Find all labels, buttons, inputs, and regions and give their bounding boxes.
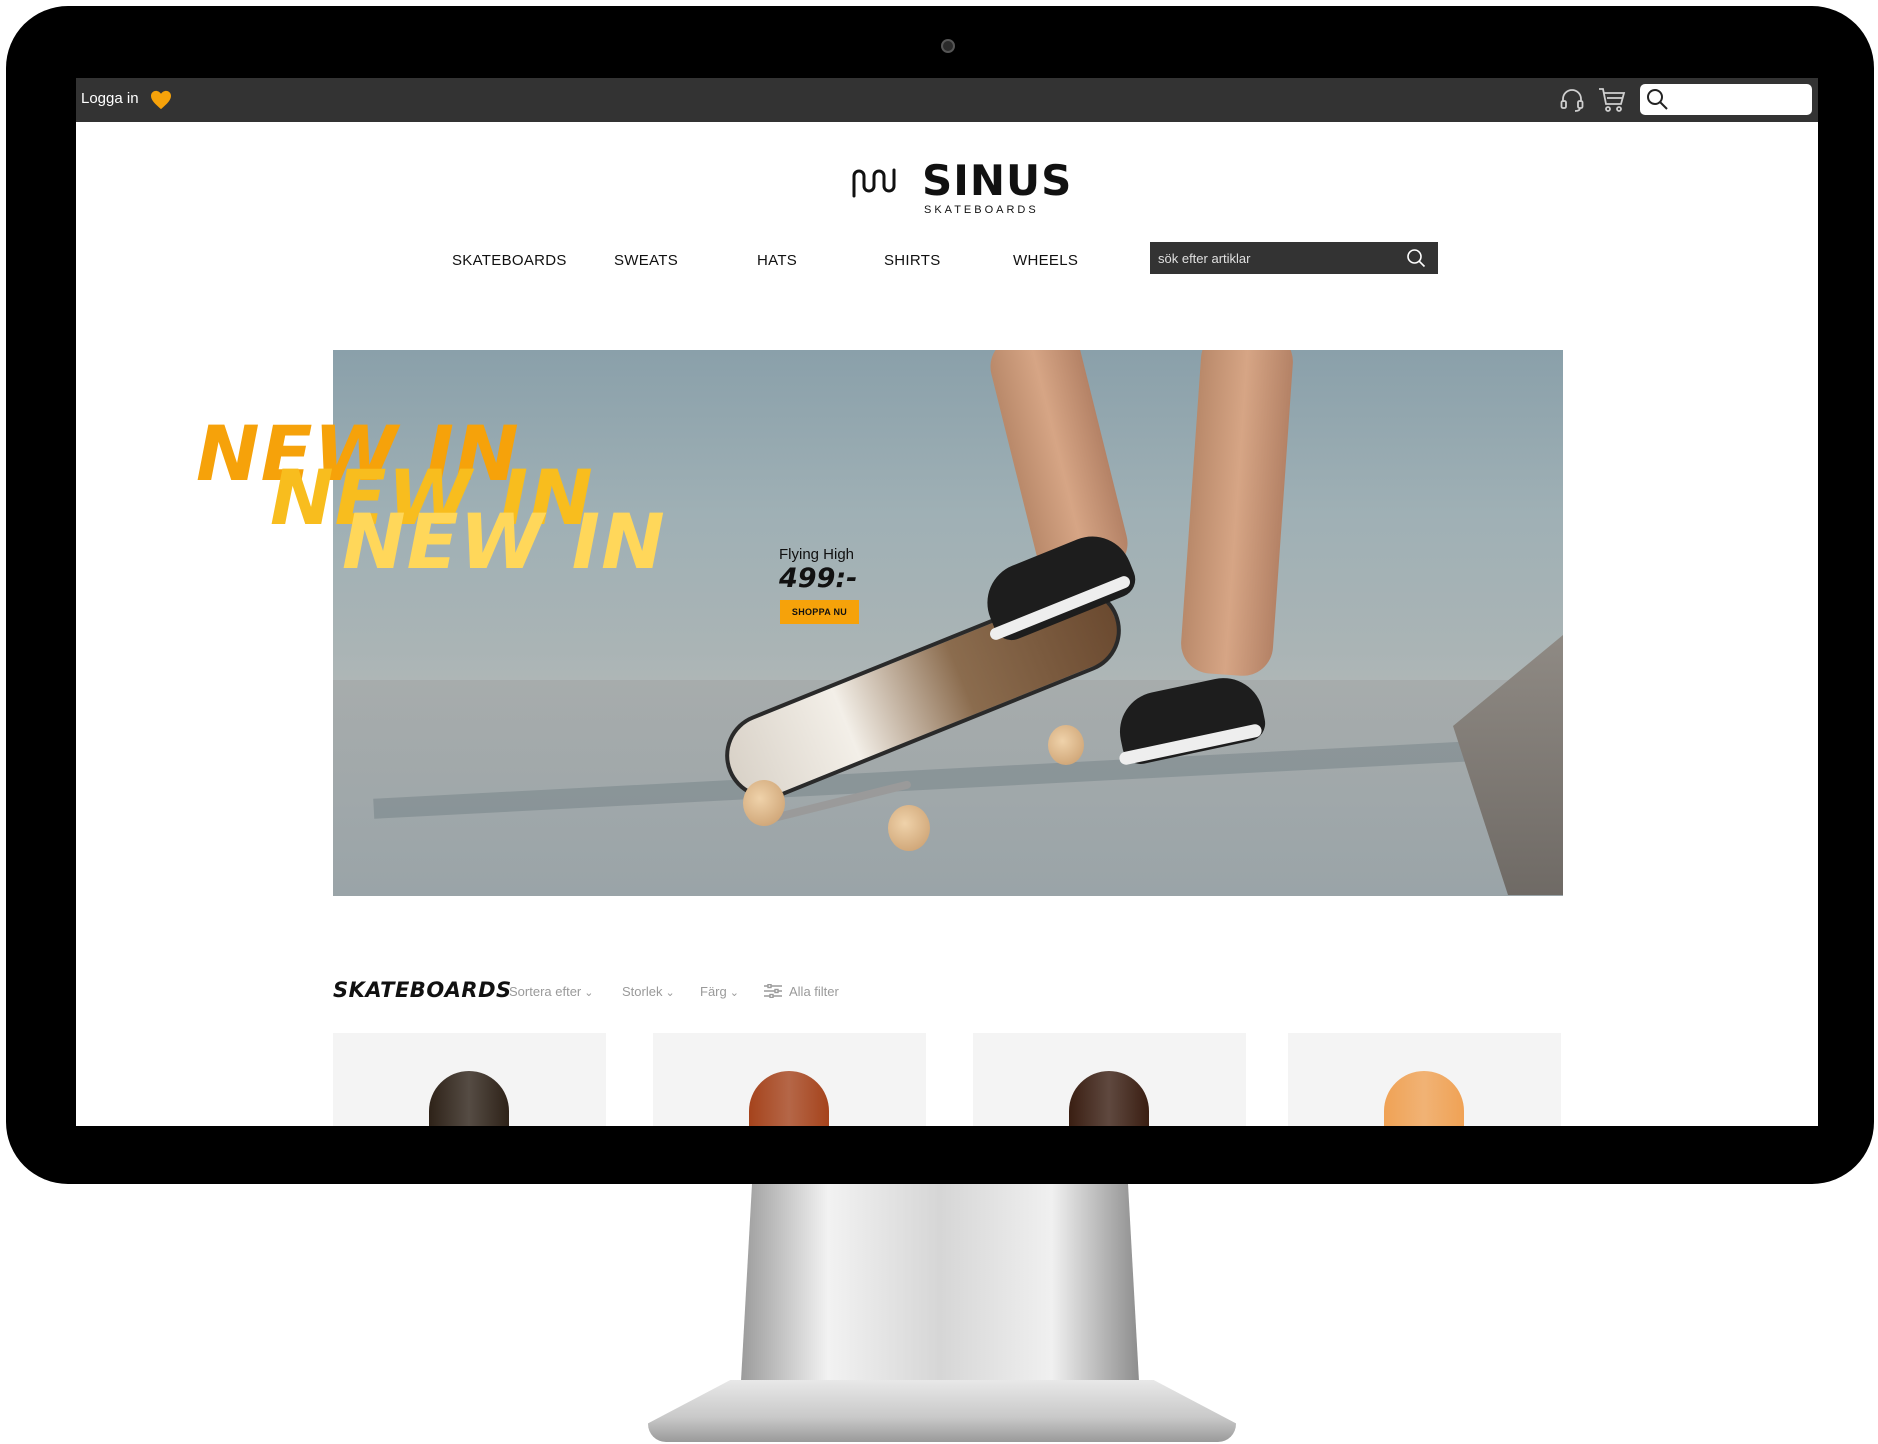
article-search-field[interactable] [1150, 242, 1438, 274]
nav-item-sweats[interactable]: SWEATS [614, 252, 678, 269]
nav-item-hats[interactable]: HATS [757, 252, 797, 269]
nav-item-wheels[interactable]: WHEELS [1013, 252, 1078, 269]
browser-viewport: Logga in SINUS SKATEBOARDS SKATEBOARDS S… [76, 78, 1818, 1126]
color-label: Färg [700, 984, 727, 999]
monitor-stand [740, 1184, 1140, 1399]
product-card[interactable] [1288, 1033, 1561, 1126]
chevron-down-icon: ⌄ [665, 987, 675, 999]
article-search-input[interactable] [1158, 246, 1398, 270]
sort-label: Sortera efter [509, 984, 582, 999]
skateboard-deck-image [1069, 1071, 1149, 1126]
headset-icon[interactable] [1559, 87, 1585, 113]
skateboard-wheel [1048, 725, 1084, 765]
brand-name[interactable]: SINUS [922, 156, 1072, 205]
login-link[interactable]: Logga in [81, 90, 139, 107]
filter-sliders-icon[interactable] [764, 984, 782, 998]
skateboard-wheel [743, 780, 785, 826]
color-dropdown[interactable]: Färg ⌄ [700, 984, 739, 999]
skateboard-deck-image [429, 1071, 509, 1126]
chevron-down-icon: ⌄ [729, 987, 739, 999]
search-icon[interactable] [1406, 248, 1426, 268]
all-filters-button[interactable]: Alla filter [789, 984, 839, 999]
brand-tagline: SKATEBOARDS [924, 204, 1039, 216]
sort-dropdown[interactable]: Sortera efter ⌄ [509, 984, 593, 999]
skateboard-wheel [888, 805, 930, 851]
new-in-headline: NEW IN [342, 497, 666, 586]
heart-icon[interactable] [150, 90, 172, 110]
nav-item-shirts[interactable]: SHIRTS [884, 252, 941, 269]
top-search-field[interactable] [1640, 84, 1812, 115]
monitor-stand-base [648, 1380, 1236, 1442]
top-search-input[interactable] [1672, 87, 1806, 111]
monitor-bezel: Logga in SINUS SKATEBOARDS SKATEBOARDS S… [6, 6, 1874, 1184]
shop-now-button[interactable]: SHOPPA NU [780, 600, 859, 624]
hero-product-price: 499:- [779, 563, 858, 594]
sinus-wave-logo-icon[interactable] [851, 164, 899, 198]
nav-item-skateboards[interactable]: SKATEBOARDS [452, 252, 567, 269]
skateboard-deck-image [749, 1071, 829, 1126]
search-icon[interactable] [1646, 88, 1668, 110]
product-card[interactable] [333, 1033, 606, 1126]
hero-product-name: Flying High [779, 546, 855, 563]
size-dropdown[interactable]: Storlek ⌄ [622, 984, 675, 999]
top-bar: Logga in [76, 78, 1818, 122]
section-title: SKATEBOARDS [333, 978, 512, 1002]
camera-icon [941, 39, 955, 53]
chevron-down-icon: ⌄ [584, 987, 594, 999]
skater-right-leg [1179, 350, 1295, 678]
size-label: Storlek [622, 984, 663, 999]
product-card[interactable] [653, 1033, 926, 1126]
product-card[interactable] [973, 1033, 1246, 1126]
cart-icon[interactable] [1598, 87, 1626, 113]
skateboard-deck-image [1384, 1071, 1464, 1126]
